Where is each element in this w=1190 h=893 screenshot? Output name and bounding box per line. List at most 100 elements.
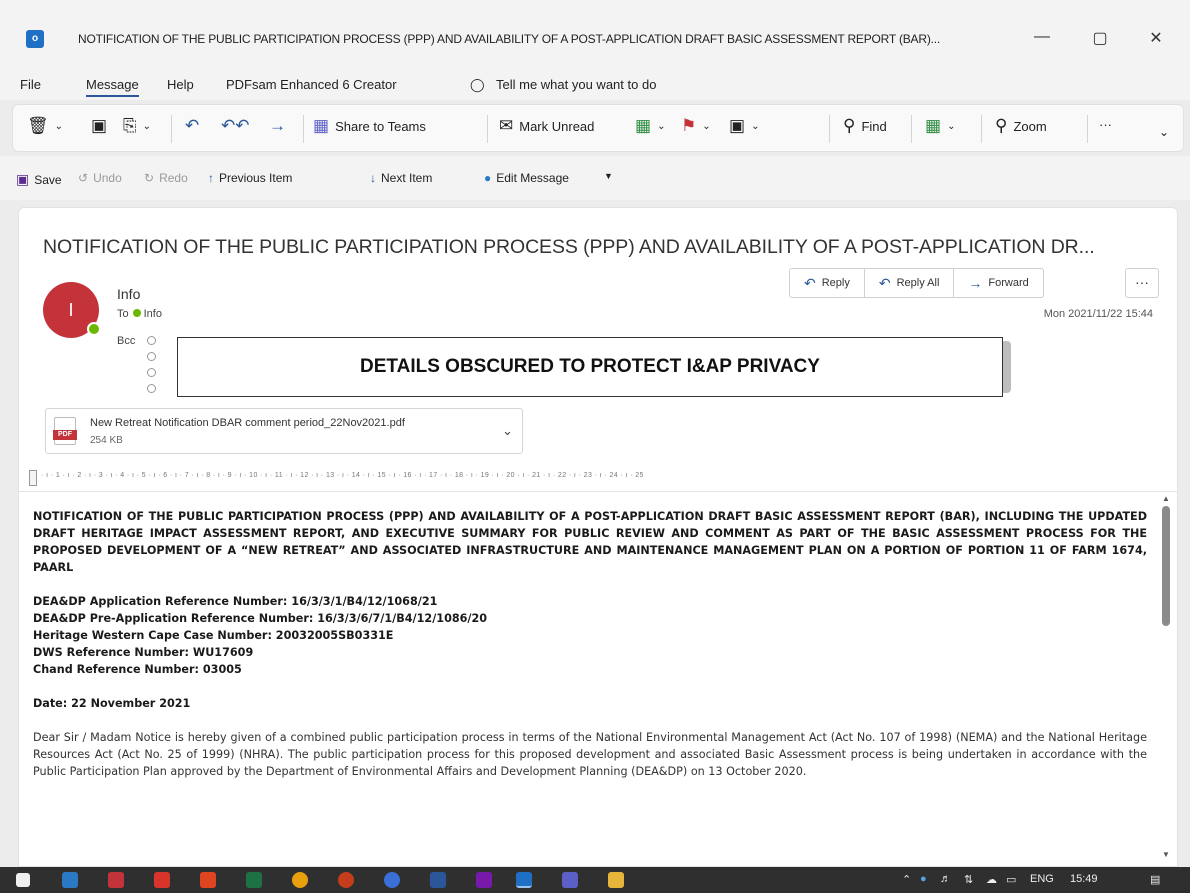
flag-icon: ⚑	[681, 116, 697, 135]
outlook-icon[interactable]	[516, 872, 532, 888]
ruler: · ı · 1 · ı · 2 · ı · 3 · ı · 4 · ı · 5 …	[19, 464, 1177, 492]
windows-start-icon[interactable]	[16, 873, 30, 887]
categorize-button[interactable]: ▦ ⌄	[635, 117, 665, 135]
forward-button[interactable]: →	[269, 117, 286, 135]
tray-app-icon[interactable]: ●	[920, 873, 927, 885]
body-heading: NOTIFICATION OF THE PUBLIC PARTICIPATION…	[33, 510, 1147, 574]
envelope-icon: ✉	[499, 116, 514, 135]
more-commands-button[interactable]: ···	[1099, 117, 1112, 132]
flag-button[interactable]: ⚑ ⌄	[681, 117, 711, 135]
reply-all-button[interactable]: ↶ Reply All	[865, 269, 955, 297]
dws-reference: DWS Reference Number: WU17609	[33, 646, 254, 659]
onenote-icon[interactable]	[476, 872, 492, 888]
reply-all-icon: ↶↶	[221, 116, 250, 135]
move-button[interactable]: ⎘ ⌄	[123, 117, 151, 135]
menu-file[interactable]: File	[20, 77, 41, 92]
separator	[1087, 115, 1088, 143]
forward-icon: →	[968, 275, 983, 291]
reply-label: Reply	[821, 277, 850, 289]
onedrive-icon[interactable]: ☁	[986, 873, 997, 886]
recipient-presence-icon	[147, 384, 156, 393]
scroll-down-icon[interactable]: ▼	[1162, 850, 1170, 859]
acrobat-icon[interactable]	[154, 872, 170, 888]
bcc-label: Bcc	[117, 335, 136, 347]
teams-icon[interactable]	[562, 872, 578, 888]
delete-button[interactable]: 🗑 ⌄	[27, 117, 63, 135]
file-explorer-icon[interactable]	[608, 872, 624, 888]
redo-button[interactable]: ↻ Redo	[144, 171, 188, 185]
move-icon: ⎘	[123, 116, 137, 135]
sender-name[interactable]: Info	[117, 286, 140, 302]
chevron-down-icon: ⌄	[751, 120, 760, 132]
arrow-up-icon: ↑	[208, 171, 214, 185]
previous-item-button[interactable]: ↑ Previous Item	[208, 171, 292, 185]
chevron-down-icon: ⌄	[657, 120, 666, 132]
browser-icon[interactable]	[384, 872, 400, 888]
undo-button[interactable]: ↺ Undo	[78, 171, 122, 185]
vertical-scrollbar[interactable]: ▲ ▼	[1157, 492, 1175, 866]
menu-help[interactable]: Help	[167, 77, 194, 92]
word-icon[interactable]	[430, 872, 446, 888]
office-icon[interactable]	[200, 872, 216, 888]
mark-unread-label: Mark Unread	[519, 118, 595, 134]
restore-button[interactable]: ▢	[1086, 28, 1114, 48]
app-icon[interactable]	[62, 872, 78, 888]
chevron-down-icon: ⌄	[947, 120, 956, 132]
separator	[487, 115, 488, 143]
quick-access-toolbar: ▣ Save ↺ Undo ↻ Redo ↑ Previous Item ↓ Next I…	[0, 156, 1190, 200]
zoom-button[interactable]: ⚲ Zoom	[995, 117, 1047, 135]
chevron-down-icon: ⌄	[702, 120, 711, 132]
archive-button[interactable]: ▣	[91, 117, 107, 135]
volume-icon[interactable]: ♬	[940, 873, 951, 885]
ruler-indent-marker[interactable]	[29, 470, 37, 486]
translate-button[interactable]: ▦ ⌄	[925, 117, 955, 135]
separator	[981, 115, 982, 143]
chrome-icon[interactable]	[292, 872, 308, 888]
powerpoint-icon[interactable]	[338, 872, 354, 888]
chevron-down-icon[interactable]: ⌄	[502, 423, 513, 439]
separator	[829, 115, 830, 143]
menu-pdfsam[interactable]: PDFsam Enhanced 6 Creator	[226, 77, 397, 92]
separator	[171, 115, 172, 143]
save-button[interactable]: ▣ Save	[16, 171, 62, 188]
more-actions-button[interactable]: ···	[1125, 268, 1159, 298]
mark-unread-button[interactable]: ✉ Mark Unread	[499, 117, 594, 135]
language-indicator[interactable]: ENG	[1030, 873, 1054, 885]
minimize-button[interactable]: —	[1028, 28, 1056, 46]
find-button[interactable]: ⚲ Find	[843, 117, 887, 135]
tell-me-search[interactable]: Tell me what you want to do	[496, 77, 656, 92]
clock[interactable]: 15:49	[1070, 873, 1098, 885]
excel-icon[interactable]	[246, 872, 262, 888]
reply-all-button[interactable]: ↶↶	[221, 117, 250, 135]
forward-icon: →	[269, 116, 286, 135]
close-button[interactable]: ✕	[1142, 28, 1170, 48]
privacy-notice: DETAILS OBSCURED TO PROTECT I&AP PRIVACY	[177, 337, 1003, 397]
forward-button[interactable]: → Forward	[954, 269, 1042, 297]
network-icon[interactable]: ⇅	[964, 873, 973, 886]
display-icon[interactable]: ▭	[1006, 873, 1016, 886]
policy-button[interactable]: ▣ ⌄	[729, 117, 759, 135]
edit-message-button[interactable]: ● Edit Message	[484, 171, 569, 185]
share-to-teams-button[interactable]: ▦ Share to Teams	[313, 117, 426, 135]
ribbon-expand-button[interactable]: ⌄	[1159, 125, 1169, 139]
next-item-label: Next Item	[381, 171, 433, 185]
tray-chevron-icon[interactable]: ⌃	[902, 873, 911, 886]
customize-toolbar-button[interactable]: ▼	[604, 171, 613, 181]
scroll-thumb[interactable]	[1162, 506, 1170, 626]
message-body: NOTIFICATION OF THE PUBLIC PARTICIPATION…	[33, 508, 1147, 780]
application-reference: DEA&DP Application Reference Number: 16/…	[33, 595, 438, 608]
search-icon: ⚲	[843, 116, 856, 135]
pdf-file-icon: PDF	[53, 417, 77, 445]
app-icon[interactable]	[108, 872, 124, 888]
reply-button[interactable]: ↶ Reply	[790, 269, 865, 297]
recipient-name[interactable]: Info	[144, 308, 162, 320]
scroll-up-icon[interactable]: ▲	[1162, 494, 1170, 503]
window-title: NOTIFICATION OF THE PUBLIC PARTICIPATION…	[78, 32, 941, 46]
menu-message[interactable]: Message	[86, 77, 139, 97]
attachment-card[interactable]: PDF New Retreat Notification DBAR commen…	[45, 408, 523, 454]
next-item-button[interactable]: ↓ Next Item	[370, 171, 432, 185]
notification-icon[interactable]: ▤	[1150, 873, 1160, 886]
separator	[911, 115, 912, 143]
categorize-icon: ▦	[635, 116, 652, 135]
reply-button[interactable]: ↶	[185, 117, 199, 135]
